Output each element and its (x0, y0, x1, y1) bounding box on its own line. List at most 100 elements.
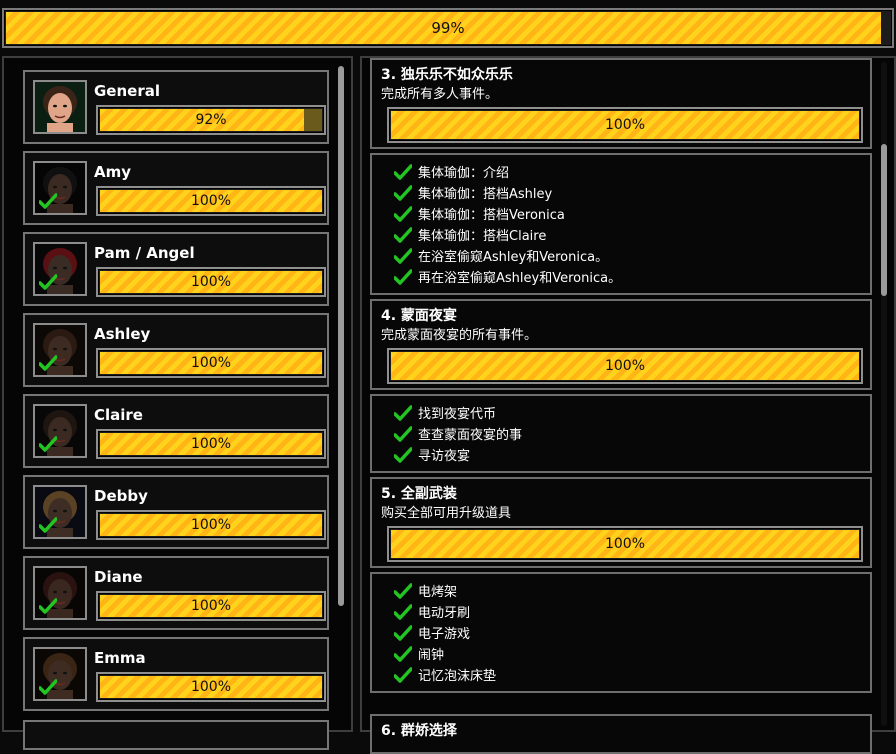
character-progress-label: 100% (190, 436, 232, 452)
character-progress-label: 100% (190, 274, 232, 290)
subtask-item: 查查蒙面夜宴的事 (394, 423, 522, 444)
subtask-label: 电子游戏 (418, 627, 471, 642)
achievement-title-partial: 6. 群娇选择 (381, 723, 457, 739)
subtask-label: 闹钟 (418, 648, 445, 663)
character-portrait (33, 80, 87, 134)
subtask-check-icon (394, 666, 412, 683)
character-list-scroll-thumb[interactable] (338, 66, 344, 606)
subtask-item: 电动牙刷 (394, 601, 496, 622)
subtask-check-icon (394, 184, 412, 201)
subtask-check-icon (394, 446, 412, 463)
completed-check-icon (38, 517, 58, 533)
subtask-check-icon (394, 603, 412, 620)
subtask-list: 找到夜宴代币 查查蒙面夜宴的事寻访夜宴 (394, 402, 522, 465)
subtask-check-icon (394, 425, 412, 442)
character-card[interactable]: General 92% (23, 70, 329, 144)
achievement-panel[interactable]: 3. 独乐乐不如众乐乐 完成所有多人事件。 100% 集体瑜伽：介绍集体瑜伽：搭档As… (360, 56, 896, 754)
character-name: Debby (94, 487, 148, 505)
character-progress-bar: 100% (96, 267, 326, 297)
achievement-progress-bar: 100% (387, 348, 863, 384)
character-progress-bar: 100% (96, 510, 326, 540)
character-card[interactable]: Emma 100% (23, 637, 329, 711)
character-card-partial[interactable] (23, 720, 329, 750)
character-portrait (33, 404, 87, 458)
subtask-item: 集体瑜伽：介绍 (394, 161, 621, 182)
character-name: Emma (94, 649, 146, 667)
subtask-item: 闹钟 (394, 643, 496, 664)
overall-progress-bar: 99% (2, 8, 894, 48)
subtask-label: 电动牙刷 (418, 606, 471, 621)
subtask-label: 集体瑜伽：搭档Veronica (418, 208, 565, 223)
character-list-panel[interactable]: General 92% Amy 100% Pam / Angel 100% Ashley 10… (2, 56, 353, 750)
character-name: Diane (94, 568, 143, 586)
subtask-label: 在浴室偷窥Ashley和Veronica。 (418, 250, 609, 265)
character-face-icon (43, 86, 77, 132)
achievement-progress-label: 100% (604, 117, 646, 133)
achievement-description: 完成蒙面夜宴的所有事件。 (381, 328, 538, 343)
subtask-label: 集体瑜伽：搭档Ashley (418, 187, 553, 202)
achievement-progress-bar: 100% (387, 526, 863, 562)
subtask-check-icon (394, 247, 412, 264)
achievement-description: 完成所有多人事件。 (381, 87, 499, 102)
achievement-progress-label: 100% (604, 536, 646, 552)
character-name: Ashley (94, 325, 151, 343)
character-card[interactable]: Claire 100% (23, 394, 329, 468)
character-list-scrollbar[interactable] (338, 66, 344, 606)
character-portrait (33, 242, 87, 296)
character-name: Amy (94, 163, 132, 181)
character-portrait (33, 161, 87, 215)
subtask-check-icon (394, 645, 412, 662)
character-portrait (33, 485, 87, 539)
achievement-list-scroll-thumb[interactable] (881, 144, 887, 296)
achievement-list-scrollbar[interactable] (881, 62, 887, 726)
achievement-subtasks: 找到夜宴代币 查查蒙面夜宴的事寻访夜宴 (370, 394, 872, 473)
achievement-subtasks: 电烤架 电动牙刷 电子游戏 闹钟 记忆泡沫床垫 (370, 572, 872, 693)
subtask-list: 电烤架 电动牙刷 电子游戏 闹钟 记忆泡沫床垫 (394, 580, 496, 685)
subtask-label: 集体瑜伽：介绍 (418, 166, 510, 181)
subtask-check-icon (394, 205, 412, 222)
character-progress-bar: 100% (96, 429, 326, 459)
subtask-item: 再在浴室偷窥Ashley和Veronica。 (394, 266, 621, 287)
subtask-item: 电子游戏 (394, 622, 496, 643)
subtask-check-icon (394, 226, 412, 243)
completed-check-icon (38, 274, 58, 290)
character-progress-bar: 92% (96, 105, 326, 135)
character-card[interactable]: Ashley 100% (23, 313, 329, 387)
character-name: Pam / Angel (94, 244, 195, 262)
character-card[interactable]: Diane 100% (23, 556, 329, 630)
subtask-list: 集体瑜伽：介绍集体瑜伽：搭档Ashley 集体瑜伽：搭档Veronica 集体瑜伽：… (394, 161, 621, 287)
subtask-label: 找到夜宴代币 (418, 407, 497, 422)
achievement-title: 3. 独乐乐不如众乐乐 (381, 67, 513, 83)
character-card[interactable]: Debby 100% (23, 475, 329, 549)
achievement-block: 3. 独乐乐不如众乐乐 完成所有多人事件。 100% (370, 58, 872, 149)
subtask-check-icon (394, 163, 412, 180)
subtask-item: 集体瑜伽：搭档Claire (394, 224, 621, 245)
subtask-check-icon (394, 624, 412, 641)
subtask-check-icon (394, 404, 412, 421)
subtask-item: 集体瑜伽：搭档Ashley (394, 182, 621, 203)
character-portrait (33, 323, 87, 377)
subtask-item: 寻访夜宴 (394, 444, 522, 465)
character-progress-label: 100% (190, 679, 232, 695)
achievement-block: 4. 蒙面夜宴完成蒙面夜宴的所有事件。 100% (370, 299, 872, 390)
subtask-label: 寻访夜宴 (418, 449, 471, 464)
character-progress-label: 100% (190, 355, 232, 371)
character-progress-label: 92% (195, 112, 227, 128)
character-card[interactable]: Pam / Angel 100% (23, 232, 329, 306)
achievement-progress-label: 100% (604, 358, 646, 374)
subtask-check-icon (394, 268, 412, 285)
subtask-label: 电烤架 (418, 585, 458, 600)
achievement-title: 5. 全副武装 (381, 486, 457, 502)
completed-check-icon (38, 436, 58, 452)
character-card[interactable]: Amy 100% (23, 151, 329, 225)
character-progress-label: 100% (190, 598, 232, 614)
character-portrait (33, 566, 87, 620)
subtask-item: 在浴室偷窥Ashley和Veronica。 (394, 245, 621, 266)
achievement-block-partial: 6. 群娇选择 (370, 714, 872, 754)
achievement-description: 购买全部可用升级道具 (381, 506, 512, 521)
achievement-title: 4. 蒙面夜宴 (381, 308, 457, 324)
character-name: General (94, 82, 160, 100)
subtask-label: 集体瑜伽：搭档Claire (418, 229, 547, 244)
completed-check-icon (38, 679, 58, 695)
completed-check-icon (38, 193, 58, 209)
